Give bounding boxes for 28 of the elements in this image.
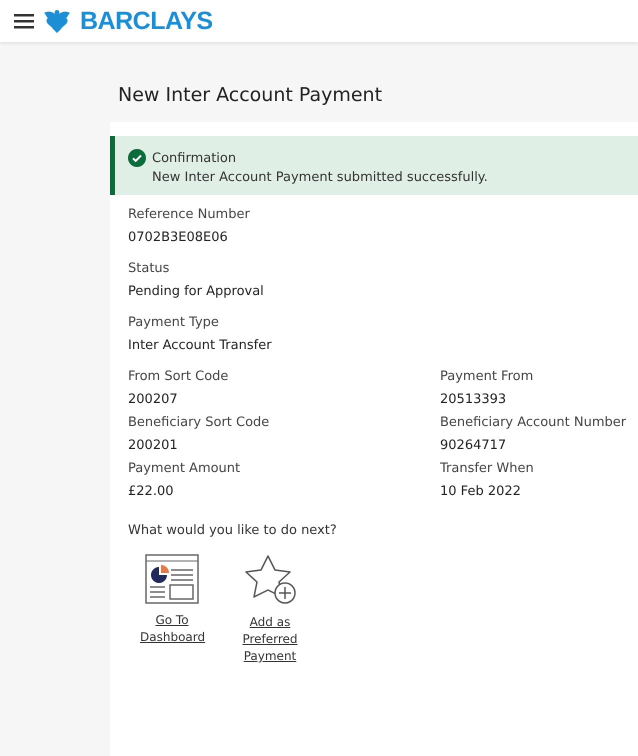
field-value: 10 Feb 2022	[440, 484, 522, 499]
field-value: 200201	[128, 438, 179, 453]
banner-title: Confirmation	[152, 150, 238, 166]
field-value: 90264717	[440, 438, 508, 453]
field-value: Inter Account Transfer	[128, 338, 273, 353]
field-label: Payment Amount	[128, 461, 242, 476]
menu-icon[interactable]	[14, 13, 34, 29]
field-value: 200207	[128, 392, 179, 407]
check-circle-icon	[128, 149, 146, 167]
field-value: 0702B3E08E06	[128, 230, 229, 245]
field-value: £22.00	[128, 484, 174, 499]
field-label: Payment From	[440, 369, 534, 384]
banner-message: New Inter Account Payment submitted successfully.	[152, 170, 489, 185]
field-value: Pending for Approval	[128, 284, 265, 299]
field-label: Beneficiary Account Number	[440, 415, 628, 430]
next-steps-prompt: What would you like to do next?	[128, 523, 338, 538]
field-value: 20513393	[440, 392, 508, 407]
dashboard-icon	[145, 554, 199, 604]
action-link[interactable]: Add as Preferred Payment	[238, 614, 302, 665]
field-label: Reference Number	[128, 207, 251, 222]
field-label: Payment Type	[128, 315, 220, 330]
field-label: Status	[128, 261, 170, 276]
field-label: Transfer When	[440, 461, 535, 476]
field-label: From Sort Code	[128, 369, 230, 384]
action-link[interactable]: Go To Dashboard	[140, 612, 204, 646]
field-label: Beneficiary Sort Code	[128, 415, 270, 430]
page-title: New Inter Account Payment	[118, 84, 384, 106]
brand-logo: BARCLAYS	[80, 6, 213, 36]
